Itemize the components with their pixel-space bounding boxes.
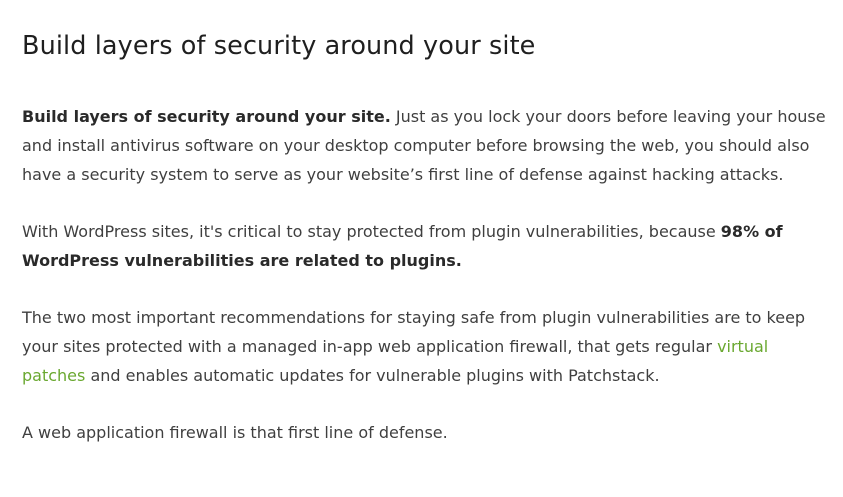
paragraph-firewall: A web application firewall is that first… [22,418,832,447]
intro-lead-strong: Build layers of security around your sit… [22,107,391,126]
article: Build layers of security around your sit… [0,0,843,497]
recommendations-text-after: and enables automatic updates for vulner… [85,366,660,385]
paragraph-intro: Build layers of security around your sit… [22,102,832,189]
paragraph-recommendations: The two most important recommendations f… [22,303,832,390]
recommendations-text-before: The two most important recommendations f… [22,308,806,356]
page-title: Build layers of security around your sit… [22,31,536,61]
firewall-text: A web application firewall is that first… [22,423,448,442]
plugins-text: With WordPress sites, it's critical to s… [22,222,721,241]
paragraph-plugins: With WordPress sites, it's critical to s… [22,217,832,275]
